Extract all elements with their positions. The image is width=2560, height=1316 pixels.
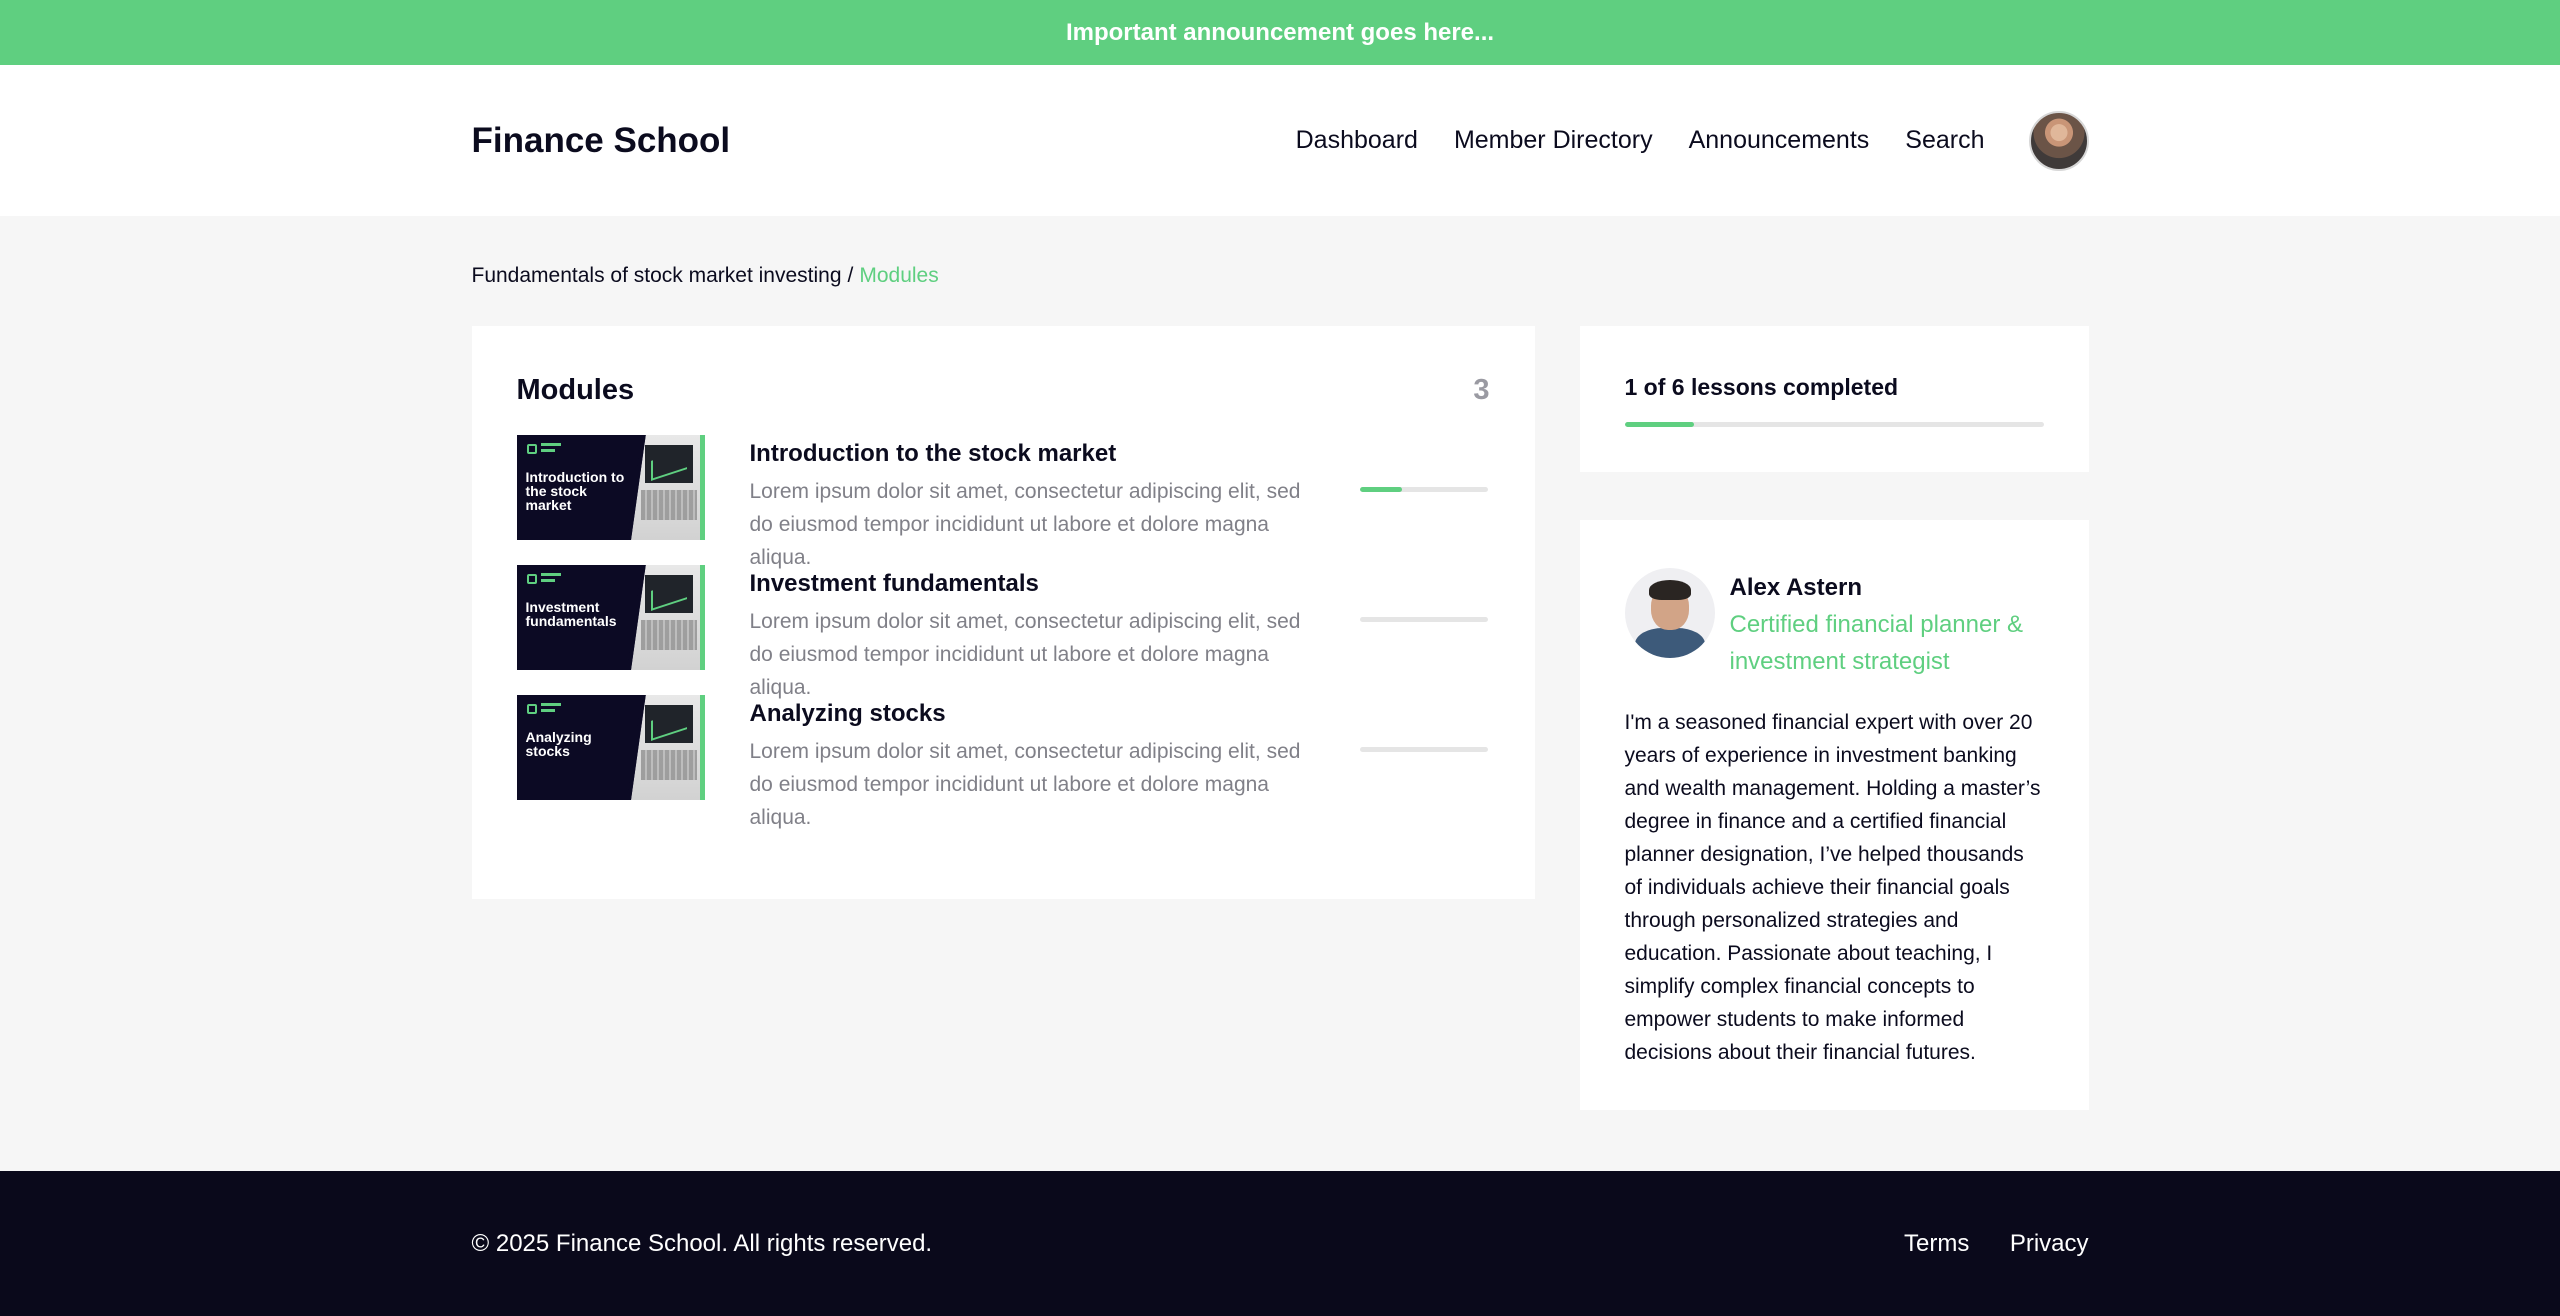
thumb-logo-icon: [526, 574, 537, 584]
modules-count: 3: [1473, 373, 1490, 406]
nav-dashboard[interactable]: Dashboard: [1296, 126, 1418, 155]
announcement-bar: Important announcement goes here...: [0, 0, 2560, 65]
module-description: Lorem ipsum dolor sit amet, consectetur …: [749, 480, 1301, 569]
instructor-name: Alex Astern: [1729, 574, 1863, 601]
site-footer: © 2025 Finance School. All rights reserv…: [0, 1171, 2560, 1316]
main-nav: Dashboard Member Directory Announcements…: [1296, 110, 2089, 171]
breadcrumb-separator: /: [847, 264, 854, 287]
module-thumbnail[interactable]: Introduction to the stock market: [516, 435, 705, 540]
instructor-bio: I'm a seasoned financial expert with ove…: [1624, 711, 2041, 1064]
user-avatar[interactable]: [2028, 110, 2089, 171]
module-title[interactable]: Analyzing stocks: [750, 700, 1330, 730]
thumb-logo-icon: [526, 444, 537, 454]
breadcrumb-course[interactable]: Fundamentals of stock market investing: [472, 264, 842, 287]
instructor-role: Certified financial planner & investment…: [1729, 611, 2024, 675]
copyright-text: © 2025 Finance School. All rights reserv…: [471, 1229, 933, 1257]
nav-member-directory[interactable]: Member Directory: [1454, 126, 1653, 155]
thumb-title: Investment fundamentals: [525, 599, 617, 629]
module-progress-bar: [1359, 487, 1488, 492]
breadcrumb: Fundamentals of stock market investing / M…: [472, 264, 2089, 290]
footer-link-privacy[interactable]: Privacy: [2010, 1230, 2089, 1257]
module-title[interactable]: Investment fundamentals: [750, 570, 1330, 600]
thumb-logo-icon: [526, 704, 537, 714]
nav-announcements[interactable]: Announcements: [1689, 126, 1870, 155]
sidebar: 1 of 6 lessons completed Alex Astern Cer…: [1579, 326, 2089, 1110]
module-title[interactable]: Introduction to the stock market: [750, 440, 1330, 470]
module-description: Lorem ipsum dolor sit amet, consectetur …: [749, 740, 1301, 829]
breadcrumb-current: Modules: [859, 264, 939, 287]
module-thumbnail[interactable]: Analyzing stocks: [516, 695, 705, 800]
modules-card: Modules 3 Introduction to the stock mark…: [471, 326, 1535, 899]
main-content: Fundamentals of stock market investing / M…: [471, 216, 2089, 1110]
module-progress-bar: [1359, 617, 1488, 622]
module-item-2[interactable]: Investment fundamentals Investment funda…: [516, 565, 1490, 699]
module-item-3[interactable]: Analyzing stocks Analyzing stocks Lorem …: [516, 695, 1490, 829]
thumb-title: Analyzing stocks: [525, 729, 592, 759]
thumb-title: Introduction to the stock market: [525, 469, 625, 513]
footer-link-terms[interactable]: Terms: [1904, 1230, 1969, 1257]
brand-logo[interactable]: Finance School: [472, 121, 731, 161]
instructor-photo: [1624, 568, 1715, 658]
site-header: Finance School Dashboard Member Director…: [0, 65, 2560, 216]
module-item-1[interactable]: Introduction to the stock market Introdu…: [516, 435, 1490, 569]
nav-search[interactable]: Search: [1905, 126, 1984, 155]
module-description: Lorem ipsum dolor sit amet, consectetur …: [749, 610, 1301, 699]
course-progress-card: 1 of 6 lessons completed: [1579, 326, 2089, 472]
module-thumbnail[interactable]: Investment fundamentals: [516, 565, 705, 670]
instructor-card: Alex Astern Certified financial planner …: [1579, 520, 2089, 1110]
announcement-text: Important announcement goes here...: [1065, 18, 1495, 46]
lessons-completed-label: 1 of 6 lessons completed: [1624, 374, 1899, 400]
modules-title: Modules: [516, 373, 635, 406]
course-progress-bar: [1624, 422, 2044, 427]
module-progress-bar: [1359, 747, 1488, 752]
